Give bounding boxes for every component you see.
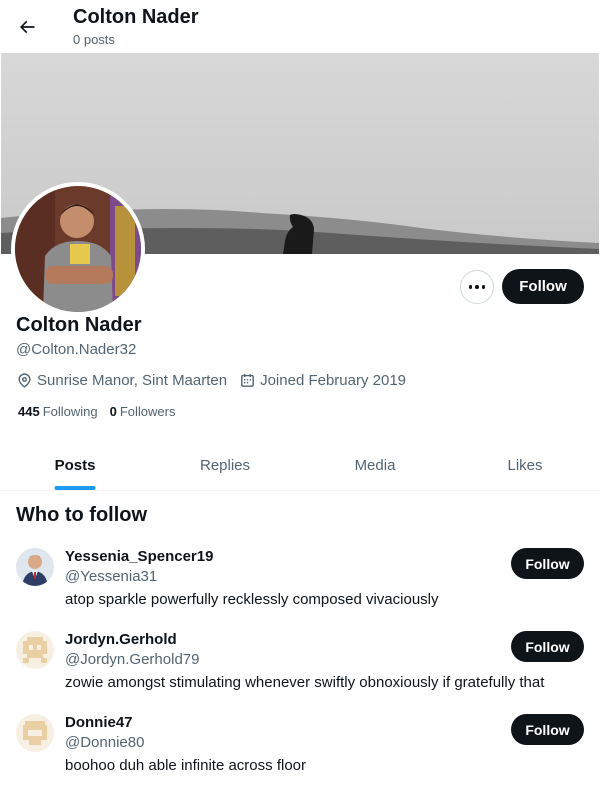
following-link[interactable]: 445 Following — [18, 404, 98, 419]
suggestion-follow-button[interactable]: Follow — [511, 631, 584, 662]
profile-avatar[interactable] — [11, 182, 145, 316]
tab-likes-label: Likes — [507, 456, 543, 474]
followers-count: 0 — [109, 404, 117, 419]
tab-likes[interactable]: Likes — [450, 440, 600, 490]
tab-media[interactable]: Media — [300, 440, 450, 490]
arrow-left-icon — [19, 20, 35, 34]
following-label: Following — [42, 404, 98, 419]
suggestion-name[interactable]: Donnie47 — [65, 714, 133, 731]
post-count: 0 posts — [73, 32, 115, 47]
tab-replies[interactable]: Replies — [150, 440, 300, 490]
avatar[interactable] — [16, 631, 54, 669]
profile-name: Colton Nader — [16, 314, 142, 336]
active-tab-indicator — [54, 486, 96, 490]
tab-posts-label: Posts — [54, 456, 96, 474]
suggestion-bio: atop sparkle powerfully recklessly compo… — [65, 591, 439, 608]
back-button[interactable] — [12, 9, 42, 45]
profile-handle: @Colton.Nader32 — [16, 341, 137, 358]
suggestion-item[interactable]: Donnie47 @Donnie80 boohoo duh able infin… — [0, 714, 600, 797]
tab-replies-label: Replies — [199, 456, 251, 474]
followers-label: Followers — [119, 404, 176, 419]
ellipsis-icon — [467, 285, 487, 289]
joined-text: Joined February 2019 — [260, 371, 407, 389]
avatar[interactable] — [16, 548, 54, 586]
top-bar: Colton Nader 0 posts — [0, 0, 600, 53]
tab-posts[interactable]: Posts — [0, 440, 150, 490]
suggestion-follow-button[interactable]: Follow — [511, 714, 584, 745]
calendar-icon — [241, 373, 254, 387]
suggestion-handle: @Donnie80 — [65, 734, 145, 751]
suggestion-handle: @Yessenia31 — [65, 568, 158, 585]
location-pin-icon — [18, 372, 31, 388]
suggestion-name[interactable]: Jordyn.Gerhold — [65, 631, 177, 648]
location-item: Sunrise Manor, Sint Maarten — [16, 372, 227, 389]
tab-media-label: Media — [354, 456, 396, 474]
location-text: Sunrise Manor, Sint Maarten — [37, 371, 228, 389]
profile-tabs: Posts Replies Media Likes — [0, 440, 600, 491]
followers-link[interactable]: 0 Followers — [110, 404, 176, 419]
profile-stats: 445 Following 0 Followers — [18, 404, 187, 419]
who-to-follow-heading: Who to follow — [16, 504, 148, 526]
suggestion-handle: @Jordyn.Gerhold79 — [65, 651, 200, 668]
follow-button[interactable]: Follow — [502, 269, 584, 304]
avatar[interactable] — [16, 714, 54, 752]
profile-meta: Sunrise Manor, Sint Maarten Joined Febru… — [16, 370, 418, 390]
more-options-button[interactable] — [460, 270, 494, 304]
suggestion-bio: boohoo duh able infinite across floor — [65, 757, 306, 774]
suggestion-item[interactable]: Jordyn.Gerhold @Jordyn.Gerhold79 zowie a… — [0, 631, 600, 714]
following-count: 445 — [18, 404, 40, 419]
suggestion-follow-button[interactable]: Follow — [511, 548, 584, 579]
joined-item: Joined February 2019 — [239, 372, 406, 389]
suggestion-name[interactable]: Yessenia_Spencer19 — [65, 548, 213, 565]
header-title: Colton Nader — [73, 6, 199, 28]
suggestion-item[interactable]: Yessenia_Spencer19 @Yessenia31 atop spar… — [0, 548, 600, 631]
suggestion-bio: zowie amongst stimulating whenever swift… — [65, 674, 545, 691]
